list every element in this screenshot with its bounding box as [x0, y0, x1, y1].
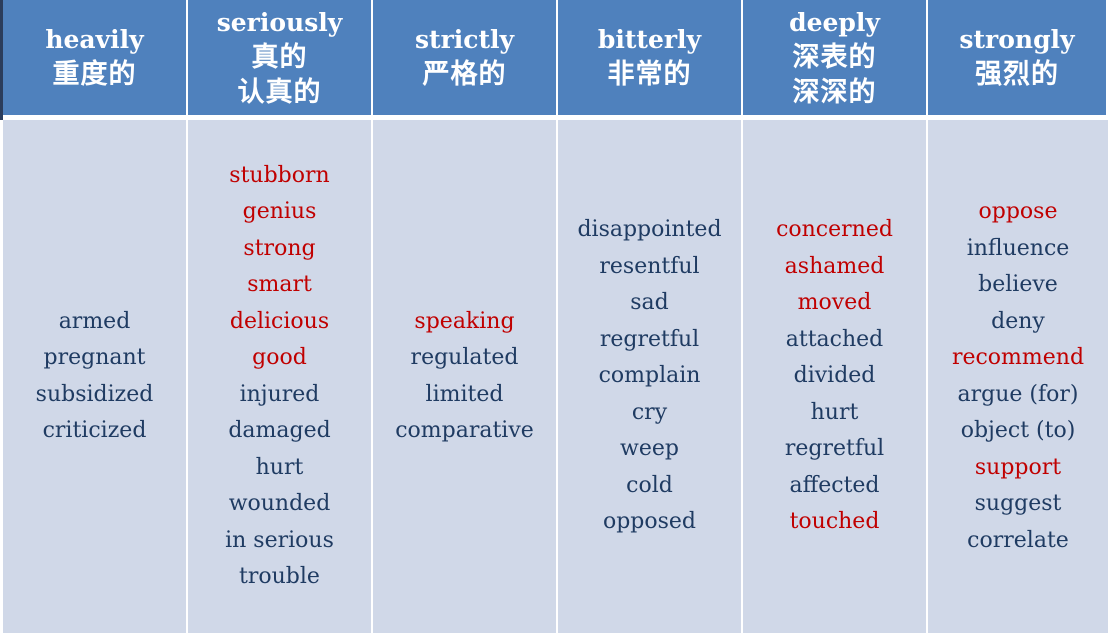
collocation-word: injured	[239, 381, 320, 407]
collocation-word: in serious	[225, 527, 334, 553]
column-deeply: concerned ashamed moved attached divided hurt…	[743, 120, 928, 633]
collocation-word: deny	[991, 308, 1045, 334]
column-strongly: oppose influence believe deny recommend argue…	[928, 120, 1108, 633]
header-deeply: deeply 深表的 深深的	[743, 0, 928, 120]
collocation-word: regulated	[410, 345, 519, 370]
highlighted-word: delicious	[229, 308, 330, 334]
highlighted-word: stubborn	[229, 162, 330, 188]
highlighted-word: moved	[797, 290, 872, 316]
collocation-table: heavily 重度的 seriously 真的 认真的 strictly 严格…	[3, 0, 1108, 633]
header-strongly: strongly 强烈的	[928, 0, 1108, 120]
header-word: heavily	[45, 25, 144, 54]
collocation-word: attached	[785, 326, 884, 352]
collocation-word: object (to)	[960, 418, 1076, 443]
collocation-word: disappointed	[577, 217, 722, 243]
collocation-word: subsidized	[35, 381, 154, 407]
collocation-word: divided	[793, 363, 876, 389]
highlighted-word: recommend	[951, 345, 1085, 370]
collocation-word: pregnant	[43, 345, 146, 370]
header-translation: 非常的	[607, 59, 692, 90]
highlighted-word: smart	[247, 272, 312, 297]
header-word: strictly	[414, 25, 515, 54]
header-translation: 重度的	[52, 59, 137, 90]
header-translation-2: 认真的	[237, 76, 322, 108]
column-heavily: armed pregnant subsidized criticized	[3, 120, 188, 633]
highlighted-word: oppose	[978, 199, 1058, 224]
highlighted-word: concerned	[776, 217, 893, 243]
header-word: deeply	[789, 7, 880, 37]
header-seriously: seriously 真的 认真的	[188, 0, 373, 120]
column-seriously: stubborn genius strong smart delicious good in…	[188, 120, 373, 633]
collocation-word: criticized	[42, 418, 147, 443]
highlighted-word: speaking	[414, 308, 515, 334]
collocation-word: hurt	[810, 399, 859, 425]
highlighted-word: genius	[242, 199, 317, 224]
header-word: bitterly	[597, 25, 702, 54]
highlighted-word: strong	[243, 235, 316, 261]
highlighted-word: good	[252, 345, 307, 370]
collocation-word: resentful	[599, 253, 700, 279]
collocation-word: weep	[620, 436, 679, 462]
collocation-word: argue (for)	[957, 381, 1079, 407]
collocation-word: believe	[978, 272, 1058, 297]
header-heavily: heavily 重度的	[3, 0, 188, 120]
column-strictly: speaking regulated limited comparative	[373, 120, 558, 633]
collocation-word: sad	[630, 290, 669, 316]
header-translation: 真的	[251, 41, 308, 73]
collocation-word: limited	[425, 381, 504, 407]
header-word: strongly	[959, 25, 1075, 54]
header-translation: 严格的	[422, 59, 507, 90]
collocation-word: opposed	[602, 509, 697, 535]
collocation-word: complain	[598, 363, 701, 389]
collocation-word: wounded	[228, 491, 331, 516]
header-translation: 强烈的	[975, 59, 1059, 90]
highlighted-word: touched	[789, 509, 880, 535]
collocation-word: armed	[58, 308, 131, 334]
column-bitterly: disappointed resentful sad regretful complai…	[558, 120, 743, 633]
collocation-word: hurt	[255, 454, 304, 480]
header-strictly: strictly 严格的	[373, 0, 558, 120]
collocation-word: damaged	[228, 418, 331, 443]
header-word: seriously	[216, 7, 343, 37]
collocation-word: suggest	[974, 491, 1062, 516]
highlighted-word: ashamed	[784, 253, 885, 279]
collocation-word: comparative	[395, 418, 534, 443]
header-translation: 深表的	[792, 41, 877, 73]
header-translation-2: 深深的	[792, 76, 877, 108]
collocation-word: affected	[789, 472, 880, 498]
collocation-word: cry	[631, 399, 668, 425]
collocation-word: correlate	[967, 527, 1069, 553]
collocation-word: regretful	[784, 436, 885, 462]
collocation-word: influence	[966, 235, 1070, 261]
collocation-word: trouble	[239, 564, 320, 589]
collocation-word: cold	[626, 472, 673, 498]
highlighted-word: support	[974, 454, 1062, 480]
collocation-word: regretful	[599, 326, 700, 352]
header-bitterly: bitterly 非常的	[558, 0, 743, 120]
